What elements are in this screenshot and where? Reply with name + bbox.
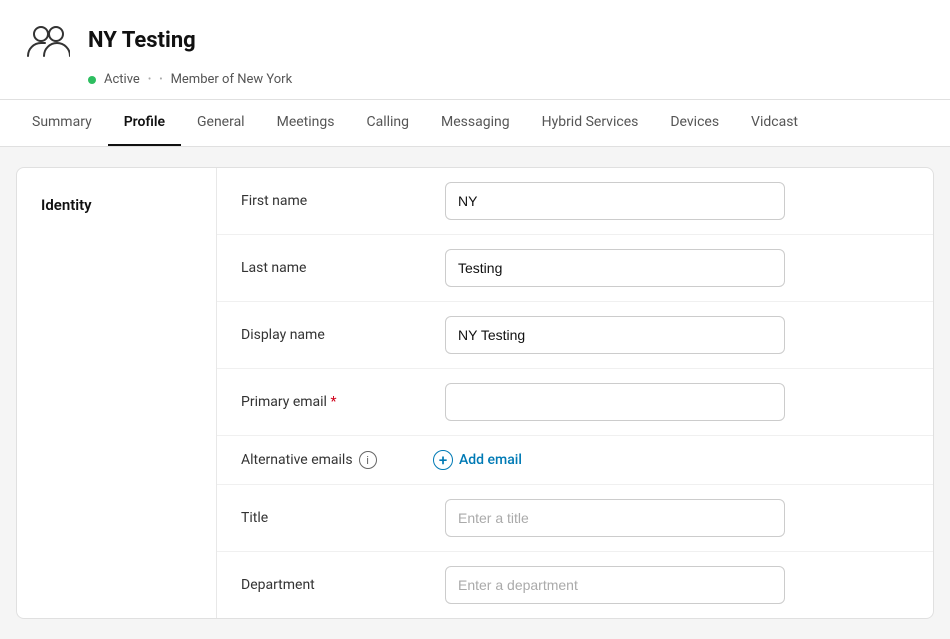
add-email-label: Add email xyxy=(459,452,522,468)
tab-summary[interactable]: Summary xyxy=(16,100,108,146)
tab-profile[interactable]: Profile xyxy=(108,100,181,146)
add-email-button[interactable]: + Add email xyxy=(433,450,522,470)
section-label-identity: Identity xyxy=(17,168,217,618)
label-primary-email: Primary email xyxy=(241,394,421,410)
first-name-input[interactable] xyxy=(445,182,785,220)
tab-hybrid-services[interactable]: Hybrid Services xyxy=(526,100,655,146)
status-label: Active xyxy=(104,72,140,87)
label-display-name: Display name xyxy=(241,327,421,343)
bullet-separator2: • xyxy=(159,74,162,85)
label-department: Department xyxy=(241,577,421,593)
tab-meetings[interactable]: Meetings xyxy=(261,100,351,146)
status-dot xyxy=(88,76,96,84)
header-meta: Active • • Member of New York xyxy=(24,72,926,87)
display-name-input[interactable] xyxy=(445,316,785,354)
avatar-icon xyxy=(24,16,72,64)
title-input[interactable] xyxy=(445,499,785,537)
tab-devices[interactable]: Devices xyxy=(654,100,735,146)
tab-messaging[interactable]: Messaging xyxy=(425,100,526,146)
member-info: Member of New York xyxy=(171,72,293,87)
tab-general[interactable]: General xyxy=(181,100,261,146)
department-input[interactable] xyxy=(445,566,785,604)
field-row-primary-email: Primary email xyxy=(217,369,933,436)
nav-tabs: Summary Profile General Meetings Calling… xyxy=(0,100,950,147)
field-row-first-name: First name xyxy=(217,168,933,235)
fields-area: First name Last name Display name Primar… xyxy=(217,168,933,618)
page-title: NY Testing xyxy=(88,28,196,53)
field-row-last-name: Last name xyxy=(217,235,933,302)
add-icon: + xyxy=(433,450,453,470)
label-last-name: Last name xyxy=(241,260,421,276)
identity-section: Identity First name Last name Display na… xyxy=(17,168,933,618)
identity-card: Identity First name Last name Display na… xyxy=(16,167,934,619)
label-first-name: First name xyxy=(241,193,421,209)
main-content: Identity First name Last name Display na… xyxy=(0,147,950,639)
label-alt-emails: Alternative emails i xyxy=(241,451,421,469)
last-name-input[interactable] xyxy=(445,249,785,287)
info-icon[interactable]: i xyxy=(359,451,377,469)
field-row-alt-emails: Alternative emails i + Add email xyxy=(217,436,933,485)
primary-email-input[interactable] xyxy=(445,383,785,421)
header: NY Testing Active • • Member of New York xyxy=(0,0,950,100)
bullet-separator: • xyxy=(148,74,151,85)
field-row-department: Department xyxy=(217,552,933,618)
tab-calling[interactable]: Calling xyxy=(350,100,425,146)
label-title: Title xyxy=(241,510,421,526)
field-row-title: Title xyxy=(217,485,933,552)
field-row-display-name: Display name xyxy=(217,302,933,369)
tab-vidcast[interactable]: Vidcast xyxy=(735,100,814,146)
